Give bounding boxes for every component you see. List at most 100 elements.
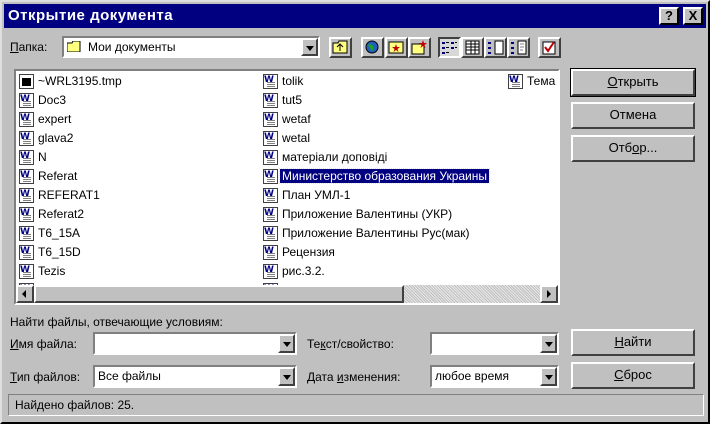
add-favorites-icon: [411, 40, 427, 55]
up-folder-button[interactable]: [329, 37, 352, 58]
file-name: glava2: [38, 131, 74, 145]
file-name: wetal: [282, 131, 311, 145]
file-item[interactable]: Приложение Валентины Рус(мак): [262, 223, 489, 243]
folder-combo[interactable]: Мои документы: [62, 36, 320, 58]
document-icon: [263, 185, 278, 204]
date-label: Дата изменения:: [307, 370, 401, 384]
file-item[interactable]: wetaf: [262, 109, 489, 129]
file-name: Referat: [38, 169, 78, 183]
file-item[interactable]: tut5: [262, 90, 489, 110]
scroll-thumb[interactable]: [34, 285, 404, 303]
properties-view-button[interactable]: [484, 37, 507, 58]
file-list[interactable]: ~WRL3195.tmp Doc3 expert glava2 N Referat REFE…: [14, 69, 560, 305]
file-name: tolik: [282, 74, 304, 88]
document-icon: [263, 261, 278, 280]
file-item[interactable]: Referat: [18, 166, 124, 186]
add-to-favorites-button[interactable]: [408, 37, 431, 58]
chevron-down-icon[interactable]: [540, 334, 557, 353]
file-name: Doc3: [38, 93, 67, 107]
file-item[interactable]: рис.3.2.: [262, 261, 489, 281]
file-item[interactable]: Tezis: [18, 261, 124, 281]
file-name: Tezis: [38, 264, 66, 278]
file-item[interactable]: N: [18, 147, 124, 167]
up-folder-icon: [332, 40, 348, 54]
filename-combo[interactable]: [93, 332, 297, 355]
reset-button[interactable]: Сброс: [571, 362, 695, 389]
status-bar: Найдено файлов: 25.: [8, 394, 704, 416]
filetype-label: Тип файлов:: [10, 370, 81, 384]
text-property-combo[interactable]: [430, 332, 559, 355]
date-combo[interactable]: любое время: [430, 365, 559, 388]
cancel-button[interactable]: Отмена: [571, 102, 695, 129]
horizontal-scrollbar[interactable]: [16, 285, 558, 303]
file-item[interactable]: Referat2: [18, 204, 124, 224]
file-item[interactable]: План УМЛ-1: [262, 185, 489, 205]
file-item[interactable]: T6_15D: [18, 242, 124, 262]
document-icon: [508, 71, 523, 90]
file-name: T6_15D: [38, 245, 81, 259]
file-name: рис.3.2.: [282, 264, 325, 278]
file-name: План УМЛ-1: [282, 188, 351, 202]
status-text: Найдено файлов: 25.: [15, 398, 135, 412]
file-item[interactable]: tolik: [262, 71, 489, 91]
favorites-button[interactable]: [385, 37, 408, 58]
commands-settings-button[interactable]: [538, 37, 561, 58]
chevron-down-icon[interactable]: [278, 367, 295, 386]
help-button[interactable]: ?: [659, 7, 679, 25]
file-item[interactable]: expert: [18, 109, 124, 129]
filetype-value: Все файлы: [98, 369, 161, 383]
file-item[interactable]: матеріали доповіді: [262, 147, 489, 167]
scroll-left-button[interactable]: [16, 285, 34, 303]
close-button[interactable]: X: [683, 7, 703, 25]
file-name: Рецензия: [282, 245, 335, 259]
scroll-right-button[interactable]: [540, 285, 558, 303]
file-name: T6_15A: [38, 226, 81, 240]
file-item[interactable]: ~WRL3195.tmp: [18, 72, 124, 91]
document-icon: [19, 166, 34, 185]
document-icon: [263, 90, 278, 109]
file-item[interactable]: Министерство образования Украины: [262, 166, 490, 186]
search-heading: Найти файлы, отвечающие условиям:: [10, 315, 223, 329]
file-name: wetaf: [282, 112, 311, 126]
window-title: Открытие документа: [8, 7, 174, 24]
document-icon: [19, 223, 34, 242]
file-item[interactable]: T6_15A: [18, 223, 124, 243]
file-name: Приложение Валентины (УКР): [282, 207, 453, 221]
chevron-down-icon[interactable]: [540, 367, 557, 386]
find-button[interactable]: Найти: [571, 329, 695, 356]
file-item[interactable]: Приложение Валентины (УКР): [262, 204, 489, 224]
file-item[interactable]: REFERAT1: [18, 185, 124, 205]
list-view-button[interactable]: [438, 37, 461, 58]
file-column-3: Тема 6: [507, 71, 558, 91]
file-item[interactable]: Рецензия: [262, 242, 489, 262]
filter-button[interactable]: Отбор...: [571, 135, 695, 162]
file-column-2: tolik tut5 wetaf wetal матеріали доповіді Мин…: [262, 71, 490, 300]
preview-view-button[interactable]: [507, 37, 530, 58]
filetype-combo[interactable]: Все файлы: [93, 365, 297, 388]
document-icon: [19, 147, 34, 166]
search-web-button[interactable]: [361, 37, 384, 58]
globe-icon: [365, 40, 379, 54]
file-name: Тема 6: [527, 74, 558, 88]
file-item[interactable]: Тема 6: [507, 71, 558, 91]
title-bar[interactable]: Открытие документа ? X: [4, 4, 706, 28]
file-item[interactable]: glava2: [18, 128, 124, 148]
open-button[interactable]: Открыть: [570, 68, 696, 97]
file-name: матеріали доповіді: [282, 150, 388, 164]
file-item[interactable]: wetal: [262, 128, 489, 148]
document-icon: [19, 74, 34, 89]
chevron-down-icon[interactable]: [301, 38, 318, 56]
file-name: N: [38, 150, 47, 164]
details-view-icon: [465, 40, 480, 55]
chevron-down-icon[interactable]: [278, 334, 295, 353]
properties-view-icon: [488, 40, 504, 55]
document-icon: [19, 261, 34, 280]
document-icon: [263, 223, 278, 242]
details-view-button[interactable]: [461, 37, 484, 58]
commands-icon: [542, 41, 556, 55]
folder-combo-value: Мои документы: [88, 40, 176, 54]
document-icon: [263, 242, 278, 261]
file-item[interactable]: Doc3: [18, 90, 124, 110]
preview-view-icon: [511, 40, 527, 55]
document-icon: [263, 128, 278, 147]
